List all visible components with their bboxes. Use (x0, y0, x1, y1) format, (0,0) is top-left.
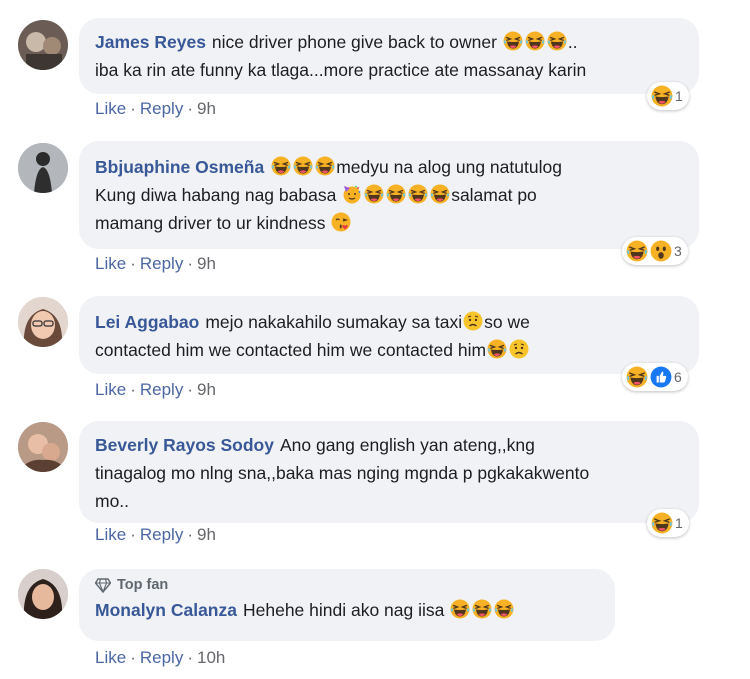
reply-button[interactable]: Reply (140, 380, 183, 399)
comment-text: mamang driver to ur kindness (95, 213, 331, 233)
sad-emoji-icon (509, 339, 529, 359)
kiss-emoji-icon (331, 212, 351, 232)
badge-label: Top fan (117, 577, 169, 593)
reply-button[interactable]: Reply (140, 648, 183, 667)
reaction-count: 3 (674, 243, 682, 259)
comment-bubble: Bbjuaphine Osmeña medyu na alog ung natut… (79, 141, 699, 249)
comment-bubble: Lei Aggabao mejo nakakahilo sumakay sa ta… (79, 296, 699, 374)
separator: · (187, 254, 193, 273)
comment-actions: Like · Reply · 9h (95, 98, 216, 120)
laughing-emoji-icon (430, 184, 450, 204)
comment-author[interactable]: Beverly Rayos Sodoy (95, 435, 274, 455)
reaction-summary[interactable]: 1 (647, 82, 689, 110)
sad-emoji-icon (463, 311, 483, 331)
comment-text: iba ka rin ate funny ka tlaga...more pra… (95, 60, 587, 80)
reply-button[interactable]: Reply (140, 99, 183, 118)
top-fan-badge: Top fan (95, 576, 599, 594)
laughing-emoji-icon (651, 512, 673, 534)
comment-actions: Like · Reply · 10h (95, 647, 225, 669)
comment-text: salamat po (451, 185, 537, 205)
separator: · (187, 99, 193, 118)
timestamp[interactable]: 9h (197, 380, 216, 399)
separator: · (130, 525, 136, 544)
laughing-emoji-icon (626, 240, 648, 262)
separator: · (187, 525, 193, 544)
reaction-count: 1 (675, 88, 683, 104)
comment-text: nice driver phone give back to owner (211, 32, 502, 52)
reaction-summary[interactable]: 3 (622, 237, 688, 265)
comment-text: mejo nakakahilo sumakay sa taxi (205, 312, 463, 332)
separator: · (130, 380, 136, 399)
party-emoji-icon (342, 184, 362, 204)
laughing-emoji-icon (525, 31, 545, 51)
comment-actions: Like · Reply · 9h (95, 524, 216, 546)
laughing-emoji-icon (408, 184, 428, 204)
like-button[interactable]: Like (95, 648, 126, 667)
comment-author[interactable]: Lei Aggabao (95, 312, 199, 332)
like-button[interactable]: Like (95, 99, 126, 118)
comment-author[interactable]: James Reyes (95, 32, 206, 52)
reaction-summary[interactable]: 1 (647, 509, 689, 537)
comment-text: Hehehe hindi ako nag iisa (242, 600, 450, 620)
wow-emoji-icon (650, 240, 672, 262)
laughing-emoji-icon (293, 156, 313, 176)
laughing-emoji-icon (450, 599, 470, 619)
reply-button[interactable]: Reply (140, 254, 183, 273)
timestamp[interactable]: 9h (197, 525, 216, 544)
separator: · (130, 648, 136, 667)
comment-text: Ano gang english yan ateng,,kng (279, 435, 535, 455)
avatar[interactable] (18, 143, 68, 193)
separator: · (130, 254, 136, 273)
comment-bubble: James Reyes nice driver phone give back t… (79, 18, 699, 94)
comment-text: medyu na alog ung natutulog (336, 157, 562, 177)
comment-text: tinagalog mo nlng sna,,baka mas nging mg… (95, 463, 590, 483)
comment-actions: Like · Reply · 9h (95, 253, 216, 275)
like-button[interactable]: Like (95, 254, 126, 273)
laughing-emoji-icon (651, 85, 673, 107)
reaction-count: 1 (675, 515, 683, 531)
laughing-emoji-icon (364, 184, 384, 204)
laughing-emoji-icon (315, 156, 335, 176)
laughing-emoji-icon (487, 339, 507, 359)
comment-text: mo.. (95, 491, 130, 511)
reply-button[interactable]: Reply (140, 525, 183, 544)
comment-text: so we (484, 312, 530, 332)
like-button[interactable]: Like (95, 525, 126, 544)
comment-text: contacted him we contacted him we contac… (95, 340, 487, 360)
avatar[interactable] (18, 422, 68, 472)
comment-author[interactable]: Monalyn Calanza (95, 600, 237, 620)
like-button[interactable]: Like (95, 380, 126, 399)
laughing-emoji-icon (472, 599, 492, 619)
comment-text: Kung diwa habang nag babasa (95, 185, 342, 205)
comment-actions: Like · Reply · 9h (95, 379, 216, 401)
comment-bubble: Beverly Rayos Sodoy Ano gang english yan … (79, 421, 699, 523)
diamond-icon (95, 577, 111, 593)
timestamp[interactable]: 9h (197, 254, 216, 273)
timestamp[interactable]: 10h (197, 648, 225, 667)
avatar[interactable] (18, 569, 68, 619)
comment-text: .. (567, 32, 578, 52)
laughing-emoji-icon (494, 599, 514, 619)
laughing-emoji-icon (271, 156, 291, 176)
laughing-emoji-icon (626, 366, 648, 388)
laughing-emoji-icon (503, 31, 523, 51)
avatar[interactable] (18, 20, 68, 70)
laughing-emoji-icon (547, 31, 567, 51)
reaction-summary[interactable]: 6 (622, 363, 688, 391)
like-reaction-icon (650, 366, 672, 388)
avatar[interactable] (18, 297, 68, 347)
separator: · (187, 380, 193, 399)
reaction-count: 6 (674, 369, 682, 385)
laughing-emoji-icon (386, 184, 406, 204)
comment-bubble: Top fan Monalyn Calanza Hehehe hindi ako … (79, 569, 615, 641)
separator: · (187, 648, 193, 667)
separator: · (130, 99, 136, 118)
timestamp[interactable]: 9h (197, 99, 216, 118)
comment-author[interactable]: Bbjuaphine Osmeña (95, 157, 264, 177)
